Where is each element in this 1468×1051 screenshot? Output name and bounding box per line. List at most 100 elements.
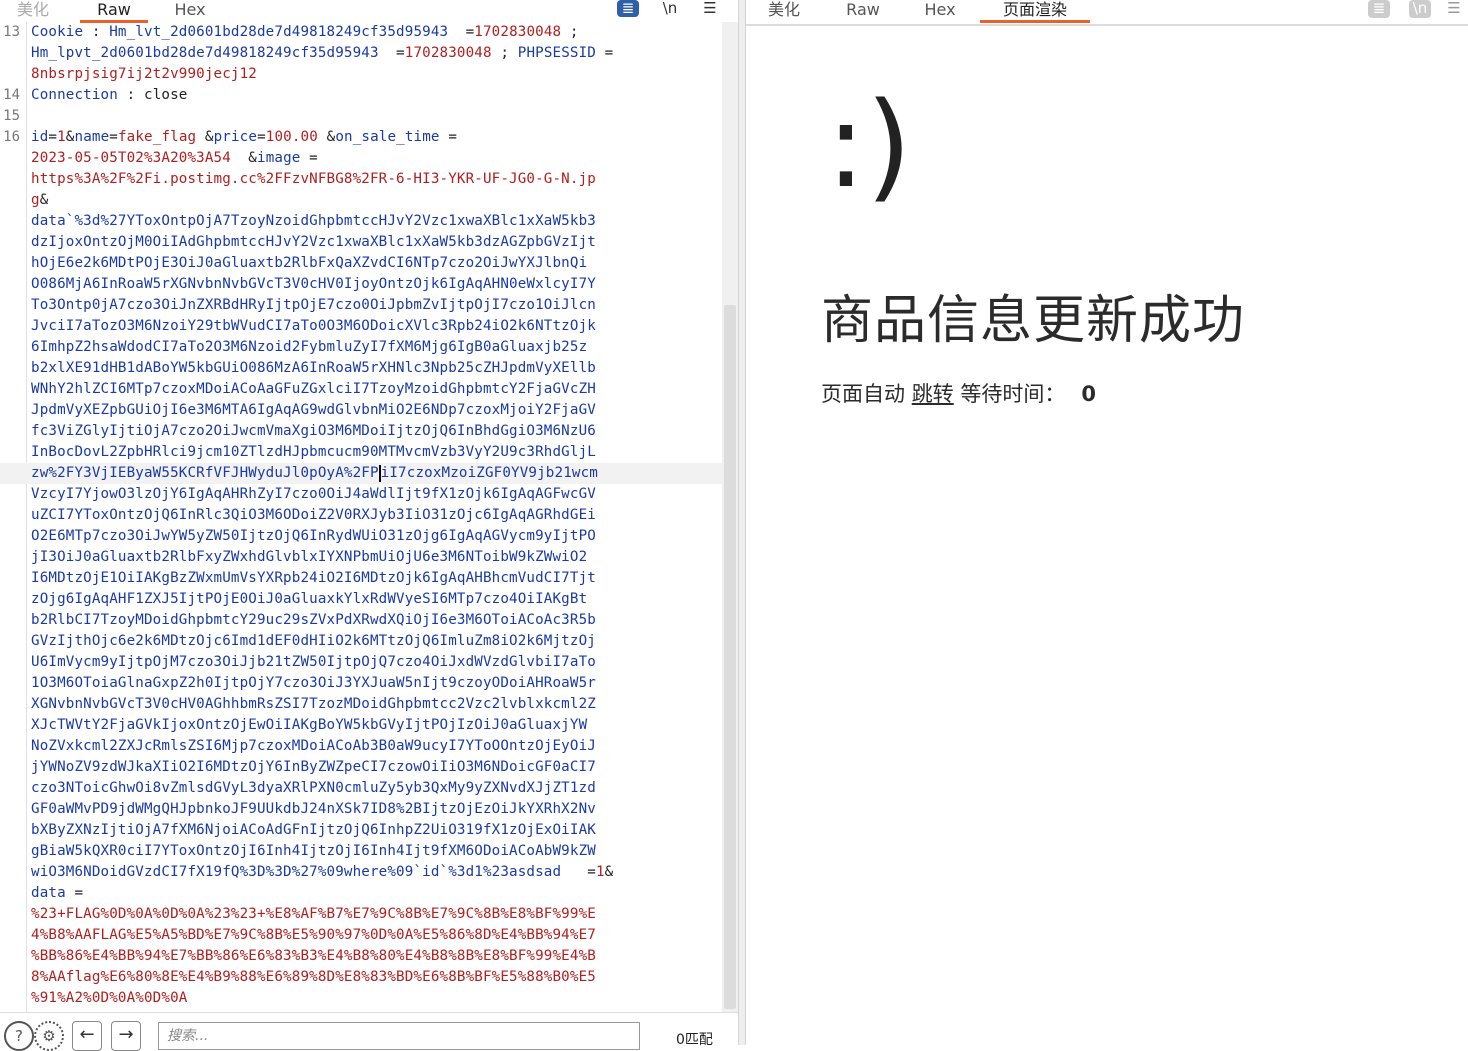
editor-line[interactable]: JpdmVyXEZpbGUiOjI6e3M6MTA6IgAqAG9wdGlvbn… <box>0 400 722 421</box>
editor-line[interactable]: data`%3d%27YToxOntpOjA7TzoyNzoidGhpbmtcc… <box>0 211 722 232</box>
line-code[interactable]: uZCI7YToxOntzOjQ6InRlc3QiO3M6ODoiZ2V0RXJ… <box>31 505 596 526</box>
line-code[interactable]: %91%A2%0D%0A%0D%0A <box>31 988 187 1009</box>
editor-line[interactable]: zw%2FY3VjIEByaW55KCRfVFJHWyduJl0pOyA%2FP… <box>0 463 722 484</box>
line-code[interactable]: To3Ontp0jA7czo3OiJnZXRBdHRyIjtpOjE7czo0O… <box>31 295 596 316</box>
editor-line[interactable]: zOjg6IgAqAHF1ZXJ5IjtPOjE0OiJ0aGluaxkYlxR… <box>0 589 722 610</box>
editor-line[interactable]: VzcyI7YjowO3lzOjY6IgAqAHRhZyI7czo0OiJ4aW… <box>0 484 722 505</box>
editor-line[interactable]: 13 Cookie : Hm_lvt_2d0601bd28de7d49818249… <box>0 22 722 43</box>
line-code[interactable]: Cookie : Hm_lvt_2d0601bd28de7d49818249cf… <box>31 22 579 43</box>
help-icon[interactable]: ? <box>4 1021 34 1051</box>
editor-line[interactable]: jI3OiJ0aGluaxtb2RlbFxyZWxhdGlvblxIYXNPbm… <box>0 547 722 568</box>
tab-pretty[interactable]: 美化 <box>762 0 806 22</box>
line-code[interactable]: wiO3M6NDoidGVzdCI7fX19fQ%3D%3D%27%09wher… <box>31 862 613 883</box>
scrollbar-thumb[interactable] <box>724 305 736 1009</box>
editor-line[interactable]: WNhY2hlZCI6MTp7czoxMDoiACoAaGFuZGxlciI7T… <box>0 379 722 400</box>
line-code[interactable]: NoZVxkcml2ZXJcRmlsZSI6Mjp7czoxMDoiACoAb3… <box>31 736 596 757</box>
editor-line[interactable]: 8nbsrpjsig7ij2t2v990jecj12 <box>0 64 722 85</box>
line-code[interactable]: https%3A%2F%2Fi.postimg.cc%2FFzvNFBG8%2F… <box>31 169 596 190</box>
menu-icon[interactable]: ☰ <box>699 0 721 18</box>
editor-line[interactable]: 2023-05-05T02%3A20%3A54 &image = <box>0 148 722 169</box>
editor-line[interactable]: NoZVxkcml2ZXJcRmlsZSI6Mjp7czoxMDoiACoAb3… <box>0 736 722 757</box>
line-code[interactable]: jI3OiJ0aGluaxtb2RlbFxyZWxhdGlvblxIYXNPbm… <box>31 547 587 568</box>
line-code[interactable]: %BB%86%E4%BB%94%E7%BB%86%E6%83%B3%E4%B8%… <box>31 946 596 967</box>
request-editor[interactable]: 13 Cookie : Hm_lvt_2d0601bd28de7d49818249… <box>0 22 722 1012</box>
line-code[interactable]: jYWNoZV9zdWJkaXIiO2I6MDtzOjY6InByZWZpeCI… <box>31 757 596 778</box>
line-code[interactable]: Connection : close <box>31 85 187 106</box>
line-code[interactable]: bXByZXNzIjtiOjA7fXM6NjoiACoAdGFnIjtzOjQ6… <box>31 820 596 841</box>
editor-line[interactable]: dzIjoxOntzOjM0OiIAdGhpbmtccHJvY2Vzc1xwaX… <box>0 232 722 253</box>
editor-line[interactable]: 4%B8%AAFLAG%E5%A5%BD%E7%9C%8B%E5%90%97%0… <box>0 925 722 946</box>
line-code[interactable]: id=1&name=fake_flag &price=100.00 &on_sa… <box>31 127 457 148</box>
line-code[interactable]: fc3ViZGlyIjtiOjA7czo2OiJwcmVmaXgiO3M6MDo… <box>31 421 596 442</box>
next-match-button[interactable]: → <box>111 1021 141 1051</box>
editor-line[interactable]: fc3ViZGlyIjtiOjA7czo2OiJwcmVmaXgiO3M6MDo… <box>0 421 722 442</box>
line-code[interactable]: zw%2FY3VjIEByaW55KCRfVFJHWyduJl0pOyA%2FP… <box>31 463 598 484</box>
line-code[interactable]: b2RlbCI7TzoyMDoidGhpbmtcY29uc29sZVxPdXRw… <box>31 610 596 631</box>
line-code[interactable]: GVzIjthOjc6e2k6MDtzOjc6Imd1dEF0dHIiO2k6M… <box>31 631 596 652</box>
show-newlines-icon[interactable]: \n <box>1409 0 1431 18</box>
editor-line[interactable]: 14 Connection : close <box>0 85 722 106</box>
line-code[interactable]: 8%AAflag%E6%80%8E%E4%B9%88%E6%89%8D%E8%8… <box>31 967 596 988</box>
editor-line[interactable]: GVzIjthOjc6e2k6MDtzOjc6Imd1dEF0dHIiO2k6M… <box>0 631 722 652</box>
line-code[interactable]: data = <box>31 883 83 904</box>
settings-gear-icon[interactable]: ⚙ <box>34 1021 64 1051</box>
line-code[interactable]: 2023-05-05T02%3A20%3A54 &image = <box>31 148 318 169</box>
line-code[interactable]: 1O3M6OToiaGlnaGxpZ2h0IjtpOjY7czo3OiJ3YXJ… <box>31 673 596 694</box>
editor-line[interactable]: 6ImhpZ2hsaWdodCI7aTo2O3M6Nzoid2FybmluZyI… <box>0 337 722 358</box>
search-input[interactable]: 搜索... <box>158 1022 640 1050</box>
previous-match-button[interactable]: ← <box>72 1021 102 1051</box>
editor-line[interactable]: b2RlbCI7TzoyMDoidGhpbmtcY29uc29sZVxPdXRw… <box>0 610 722 631</box>
editor-line[interactable]: O086MjA6InRoaW5rXGNvbnNvbGVcT3V0cHV0Ijoy… <box>0 274 722 295</box>
editor-line[interactable]: %BB%86%E4%BB%94%E7%BB%86%E6%83%B3%E4%B8%… <box>0 946 722 967</box>
editor-line[interactable]: I6MDtzOjE1OiIAKgBzZWxmUmVsYXRpb24iO2I6MD… <box>0 568 722 589</box>
line-code[interactable]: 4%B8%AAFLAG%E5%A5%BD%E7%9C%8B%E5%90%97%0… <box>31 925 596 946</box>
line-code[interactable]: data`%3d%27YToxOntpOjA7TzoyNzoidGhpbmtcc… <box>31 211 596 232</box>
line-code[interactable]: 6ImhpZ2hsaWdodCI7aTo2O3M6Nzoid2FybmluZyI… <box>31 337 587 358</box>
line-code[interactable]: JvciI7aTozO3M6NzoiY29tbWVudCI7aTo0O3M6OD… <box>31 316 596 337</box>
editor-line[interactable]: GF0aWMvPD9jdWMgQHJpbnkoJF9UUkdbJ24nXSk7I… <box>0 799 722 820</box>
line-code[interactable]: I6MDtzOjE1OiIAKgBzZWxmUmVsYXRpb24iO2I6MD… <box>31 568 596 589</box>
editor-line[interactable]: 16 id=1&name=fake_flag &price=100.00 &on_… <box>0 127 722 148</box>
line-code[interactable]: gBiaW5kQXR0ciI7YToxOntzOjI6Inh4IjtzOjI6I… <box>31 841 596 862</box>
line-code[interactable]: b2xlXE91dHB1dABoYW5kbGUiO086MzA6InRoaW5r… <box>31 358 596 379</box>
line-code[interactable]: GF0aWMvPD9jdWMgQHJpbnkoJF9UUkdbJ24nXSk7I… <box>31 799 596 820</box>
editor-line[interactable]: https%3A%2F%2Fi.postimg.cc%2FFzvNFBG8%2F… <box>0 169 722 190</box>
editor-line[interactable]: uZCI7YToxOntzOjQ6InRlc3QiO3M6ODoiZ2V0RXJ… <box>0 505 722 526</box>
editor-line[interactable]: 8%AAflag%E6%80%8E%E4%B9%88%E6%89%8D%E8%8… <box>0 967 722 988</box>
editor-line[interactable]: bXByZXNzIjtiOjA7fXM6NjoiACoAdGFnIjtzOjQ6… <box>0 820 722 841</box>
editor-line[interactable]: 1O3M6OToiaGlnaGxpZ2h0IjtpOjY7czo3OiJ3YXJ… <box>0 673 722 694</box>
editor-line[interactable]: jYWNoZV9zdWJkaXIiO2I6MDtzOjY6InByZWZpeCI… <box>0 757 722 778</box>
editor-line[interactable]: XJcTWVtY2FjaGVkIjoxOntzOjEwOiIAKgBoYW5kb… <box>0 715 722 736</box>
line-code[interactable]: dzIjoxOntzOjM0OiIAdGhpbmtccHJvY2Vzc1xwaX… <box>31 232 596 253</box>
line-code[interactable]: hOjE6e2k6MDtPOjE3OiJ0aGluaxtb2RlbFxQaXZv… <box>31 253 587 274</box>
editor-line[interactable]: To3Ontp0jA7czo3OiJnZXRBdHRyIjtpOjE7czo0O… <box>0 295 722 316</box>
tab-raw[interactable]: Raw <box>80 0 148 23</box>
editor-scrollbar[interactable] <box>722 22 738 1012</box>
editor-line[interactable]: b2xlXE91dHB1dABoYW5kbGUiO086MzA6InRoaW5r… <box>0 358 722 379</box>
line-code[interactable]: %23+FLAG%0D%0A%0D%0A%23%23+%E8%AF%B7%E7%… <box>31 904 596 925</box>
line-code[interactable]: InBocDovL2ZpbHRlci9jcm10ZTlzdHJpbmcucm90… <box>31 442 596 463</box>
line-code[interactable]: XJcTWVtY2FjaGVkIjoxOntzOjEwOiIAKgBoYW5kb… <box>31 715 587 736</box>
line-code[interactable]: VzcyI7YjowO3lzOjY6IgAqAHRhZyI7czo0OiJ4aW… <box>31 484 596 505</box>
line-code[interactable]: Hm_lpvt_2d0601bd28de7d49818249cf35d95943… <box>31 43 613 64</box>
wrap-lines-icon[interactable]: ≣ <box>617 0 639 17</box>
editor-line[interactable]: XGNvbnNvbGVcT3V0cHV0AGhhbmRsZSI7TzozMDoi… <box>0 694 722 715</box>
line-code[interactable]: O2E6MTp7czo3OiJwYW5yZW50IjtzOjQ6InRydWUi… <box>31 526 596 547</box>
editor-line[interactable]: %91%A2%0D%0A%0D%0A <box>0 988 722 1009</box>
editor-line[interactable]: data = <box>0 883 722 904</box>
editor-line[interactable]: Hm_lpvt_2d0601bd28de7d49818249cf35d95943… <box>0 43 722 64</box>
show-newlines-icon[interactable]: \n <box>659 0 681 18</box>
editor-line[interactable]: hOjE6e2k6MDtPOjE3OiJ0aGluaxtb2RlbFxQaXZv… <box>0 253 722 274</box>
editor-line[interactable]: 15 <box>0 106 722 127</box>
editor-line[interactable]: g& <box>0 190 722 211</box>
line-code[interactable]: XGNvbnNvbGVcT3V0cHV0AGhhbmRsZSI7TzozMDoi… <box>31 694 596 715</box>
line-code[interactable]: g& <box>31 190 48 211</box>
line-code[interactable]: WNhY2hlZCI6MTp7czoxMDoiACoAaGFuZGxlciI7T… <box>31 379 596 400</box>
editor-line[interactable]: JvciI7aTozO3M6NzoiY29tbWVudCI7aTo0O3M6OD… <box>0 316 722 337</box>
line-code[interactable]: zOjg6IgAqAHF1ZXJ5IjtPOjE0OiJ0aGluaxkYlxR… <box>31 589 587 610</box>
pane-divider[interactable] <box>738 0 746 1045</box>
line-code[interactable]: O086MjA6InRoaW5rXGNvbnNvbGVcT3V0cHV0Ijoy… <box>31 274 596 295</box>
editor-line[interactable]: czo3NToicGhwOi8vZmlsdGVyL3dyaXRlPXN0cmlu… <box>0 778 722 799</box>
tab-raw[interactable]: Raw <box>840 0 886 22</box>
tab-hex[interactable]: Hex <box>918 0 962 22</box>
